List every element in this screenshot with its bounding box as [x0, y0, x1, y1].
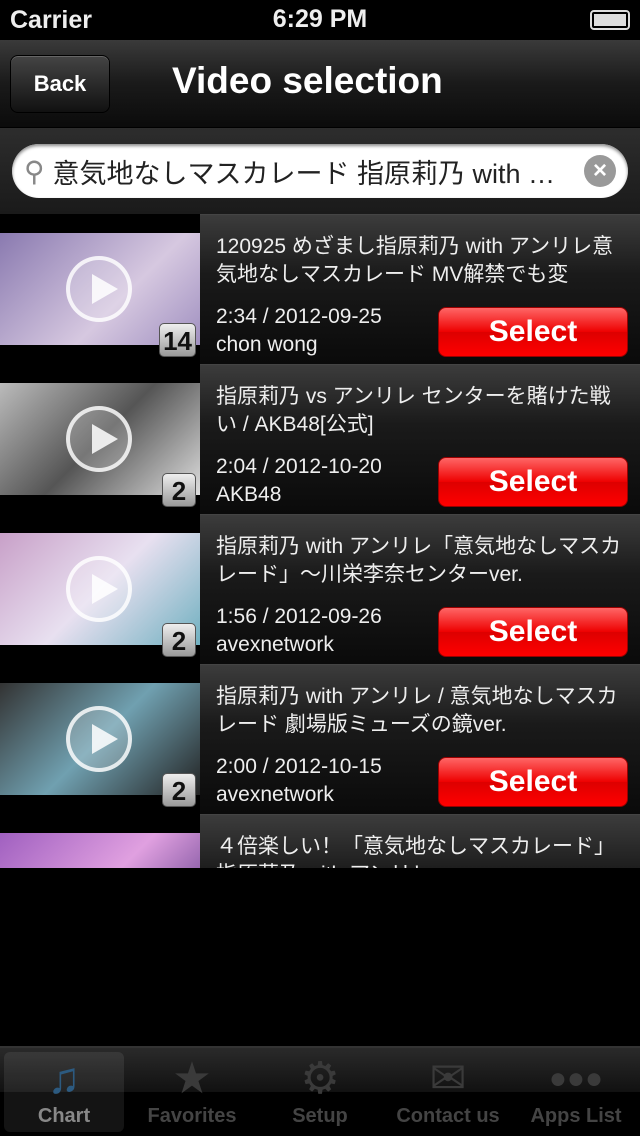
- video-meta: 2:34 / 2012-09-25: [216, 305, 382, 328]
- search-bar: ⚲ 意気地なしマスカレード 指原莉乃 with アンリル ×: [0, 128, 640, 214]
- video-meta: 2:04 / 2012-10-20: [216, 455, 382, 478]
- envelope-icon: ✉: [429, 1054, 467, 1103]
- tab-setup[interactable]: ⚙ Setup: [260, 1052, 380, 1132]
- tab-bar: ♫ Chart ★ Favorites ⚙ Setup ✉ Contact us ●●●…: [0, 1046, 640, 1136]
- star-icon: ★: [172, 1054, 212, 1103]
- play-icon: [66, 706, 132, 772]
- page-title: Video selection: [172, 60, 443, 101]
- nav-bar: Back Video selection: [0, 40, 640, 128]
- more-icon: ●●●: [548, 1062, 604, 1095]
- select-button[interactable]: Select: [438, 457, 628, 507]
- video-row[interactable]: 2 指原莉乃 with アンリレ / 意気地なしマスカレード 劇場版ミューズの鏡…: [0, 664, 640, 814]
- video-meta: 1:56 / 2012-09-26: [216, 605, 382, 628]
- video-title: ４倍楽しい！「意気地なしマスカレード」指原莉乃 with アンリレ: [216, 835, 615, 868]
- tab-label: Apps List: [530, 1105, 622, 1127]
- select-button[interactable]: Select: [438, 757, 628, 807]
- search-query: 意気地なしマスカレード 指原莉乃 with アンリル: [52, 158, 574, 189]
- select-button[interactable]: Select: [438, 607, 628, 657]
- video-author: chon wong: [216, 333, 318, 356]
- video-list[interactable]: 14 120925 めざまし指原莉乃 with アンリレ意気地なしマスカレード …: [0, 214, 640, 868]
- count-badge: 2: [162, 773, 196, 807]
- tab-apps-list[interactable]: ●●● Apps List: [516, 1052, 636, 1132]
- status-bar: Carrier 6:29 PM: [0, 0, 640, 40]
- video-title: 指原莉乃 with アンリレ「意気地なしマスカレード」～川栄李奈センターver.: [216, 535, 622, 586]
- back-button[interactable]: Back: [10, 55, 110, 113]
- video-thumbnail[interactable]: [0, 814, 200, 868]
- video-author: avexnetwork: [216, 783, 334, 806]
- search-input[interactable]: ⚲ 意気地なしマスカレード 指原莉乃 with アンリル ×: [12, 144, 628, 198]
- video-author: AKB48: [216, 483, 282, 506]
- play-icon: [66, 406, 132, 472]
- gear-icon: ⚙: [300, 1054, 340, 1103]
- video-row[interactable]: 14 120925 めざまし指原莉乃 with アンリレ意気地なしマスカレード …: [0, 214, 640, 364]
- clear-icon[interactable]: ×: [584, 155, 616, 187]
- video-author: avexnetwork: [216, 633, 334, 656]
- clock: 6:29 PM: [272, 5, 368, 33]
- tab-label: Favorites: [147, 1105, 237, 1127]
- tab-label: Chart: [37, 1105, 91, 1127]
- tab-label: Setup: [292, 1105, 348, 1127]
- play-icon: [66, 556, 132, 622]
- video-title: 指原莉乃 with アンリレ / 意気地なしマスカレード 劇場版ミューズの鏡ve…: [216, 685, 618, 736]
- video-thumbnail[interactable]: 14: [0, 214, 200, 364]
- video-title: 120925 めざまし指原莉乃 with アンリレ意気地なしマスカレード MV解…: [216, 235, 614, 286]
- count-badge: 2: [162, 473, 196, 507]
- tab-chart[interactable]: ♫ Chart: [4, 1052, 124, 1132]
- count-badge: 14: [159, 323, 196, 357]
- battery-icon: [590, 10, 630, 30]
- video-thumbnail[interactable]: 2: [0, 514, 200, 664]
- search-icon: ⚲: [24, 155, 45, 187]
- play-icon: [66, 256, 132, 322]
- video-row[interactable]: ４倍楽しい！「意気地なしマスカレード」指原莉乃 with アンリレ: [0, 814, 640, 868]
- select-button[interactable]: Select: [438, 307, 628, 357]
- video-title: 指原莉乃 vs アンリレ センターを賭けた戦い / AKB48[公式]: [216, 385, 611, 436]
- music-note-icon: ♫: [47, 1054, 81, 1103]
- video-thumbnail[interactable]: 2: [0, 364, 200, 514]
- tab-contact-us[interactable]: ✉ Contact us: [388, 1052, 508, 1132]
- video-row[interactable]: 2 指原莉乃 vs アンリレ センターを賭けた戦い / AKB48[公式] 2:…: [0, 364, 640, 514]
- video-row[interactable]: 2 指原莉乃 with アンリレ「意気地なしマスカレード」～川栄李奈センターve…: [0, 514, 640, 664]
- count-badge: 2: [162, 623, 196, 657]
- video-thumbnail[interactable]: 2: [0, 664, 200, 814]
- video-meta: 2:00 / 2012-10-15: [216, 755, 382, 778]
- tab-label: Contact us: [396, 1105, 500, 1127]
- tab-favorites[interactable]: ★ Favorites: [132, 1052, 252, 1132]
